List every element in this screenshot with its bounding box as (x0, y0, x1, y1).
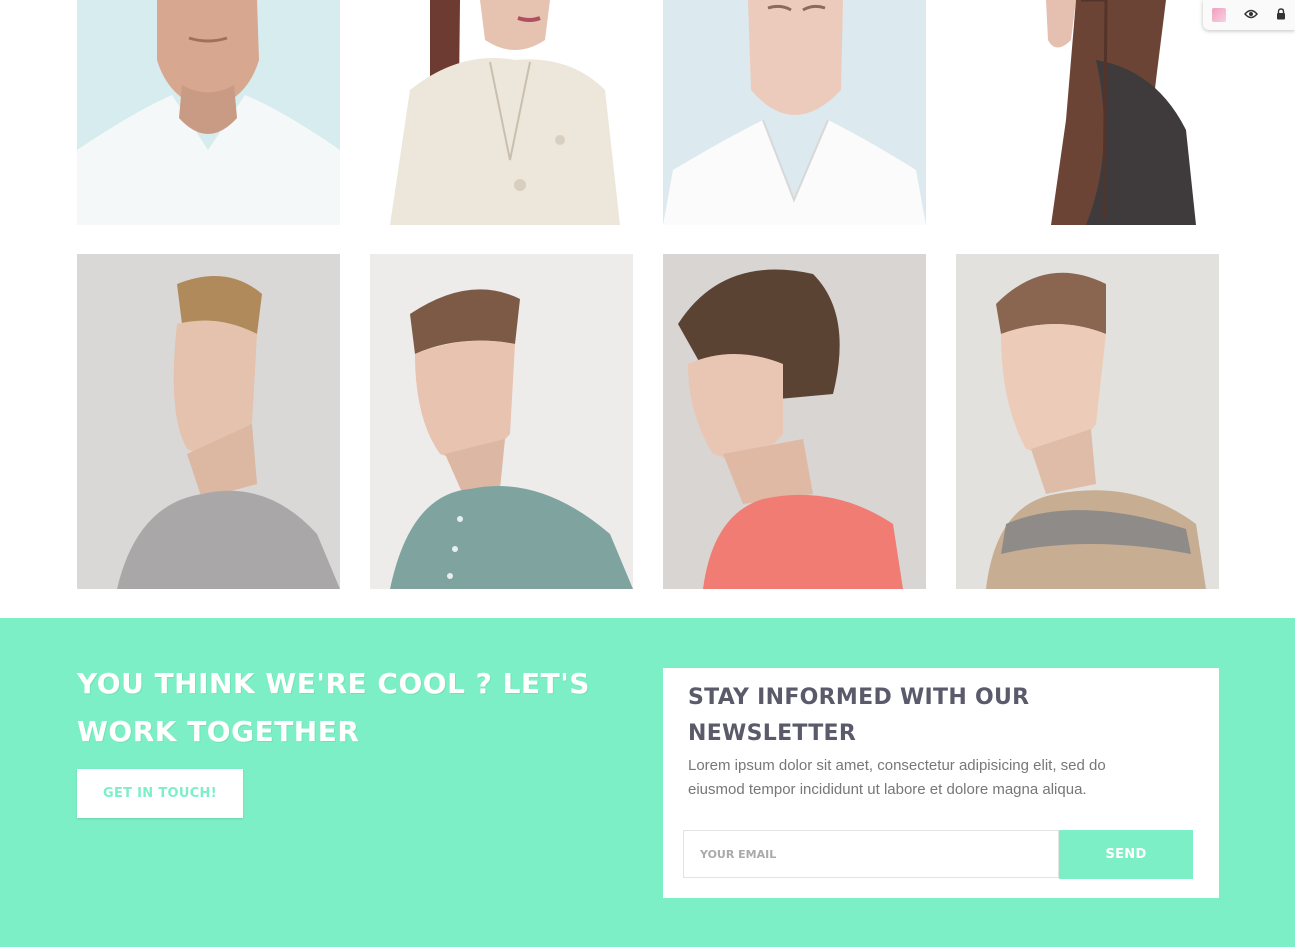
portrait-image (77, 254, 340, 589)
portrait-woman-long-hair-profile[interactable] (956, 0, 1219, 225)
portrait-image (663, 0, 926, 225)
portrait-image (77, 0, 340, 225)
extension-toolbar (1203, 0, 1295, 30)
eye-icon[interactable] (1244, 9, 1258, 22)
send-button[interactable]: SEND (1059, 830, 1193, 879)
lock-icon[interactable] (1276, 7, 1286, 23)
portrait-young-man-white-shirt[interactable] (663, 0, 926, 225)
email-input[interactable] (683, 830, 1059, 878)
newsletter-description: Lorem ipsum dolor sit amet, consectetur … (688, 757, 1106, 798)
get-in-touch-button[interactable]: GET IN TOUCH! (77, 769, 243, 818)
portrait-older-man-white-vneck[interactable] (77, 0, 340, 225)
newsletter-card: STAY INFORMED WITH OUR NEWSLETTER Lorem … (663, 668, 1219, 898)
cta-heading: YOU THINK WE'RE COOL ? LET'S WORK TOGETH… (77, 667, 590, 748)
portrait-image (370, 254, 633, 589)
newsletter-title: STAY INFORMED WITH OUR NEWSLETTER (688, 685, 1030, 746)
portrait-image (370, 0, 633, 225)
portrait-image (956, 0, 1219, 225)
portrait-young-man-knit-sweater[interactable] (956, 254, 1219, 589)
portrait-image (956, 254, 1219, 589)
portrait-image (663, 254, 926, 589)
portrait-young-man-denim-shirt[interactable] (370, 254, 633, 589)
portrait-young-man-coral-sweater[interactable] (663, 254, 926, 589)
portrait-woman-trench-coat[interactable] (370, 0, 633, 225)
color-swatch-icon[interactable] (1212, 8, 1226, 22)
portrait-young-man-grey-sweater[interactable] (77, 254, 340, 589)
